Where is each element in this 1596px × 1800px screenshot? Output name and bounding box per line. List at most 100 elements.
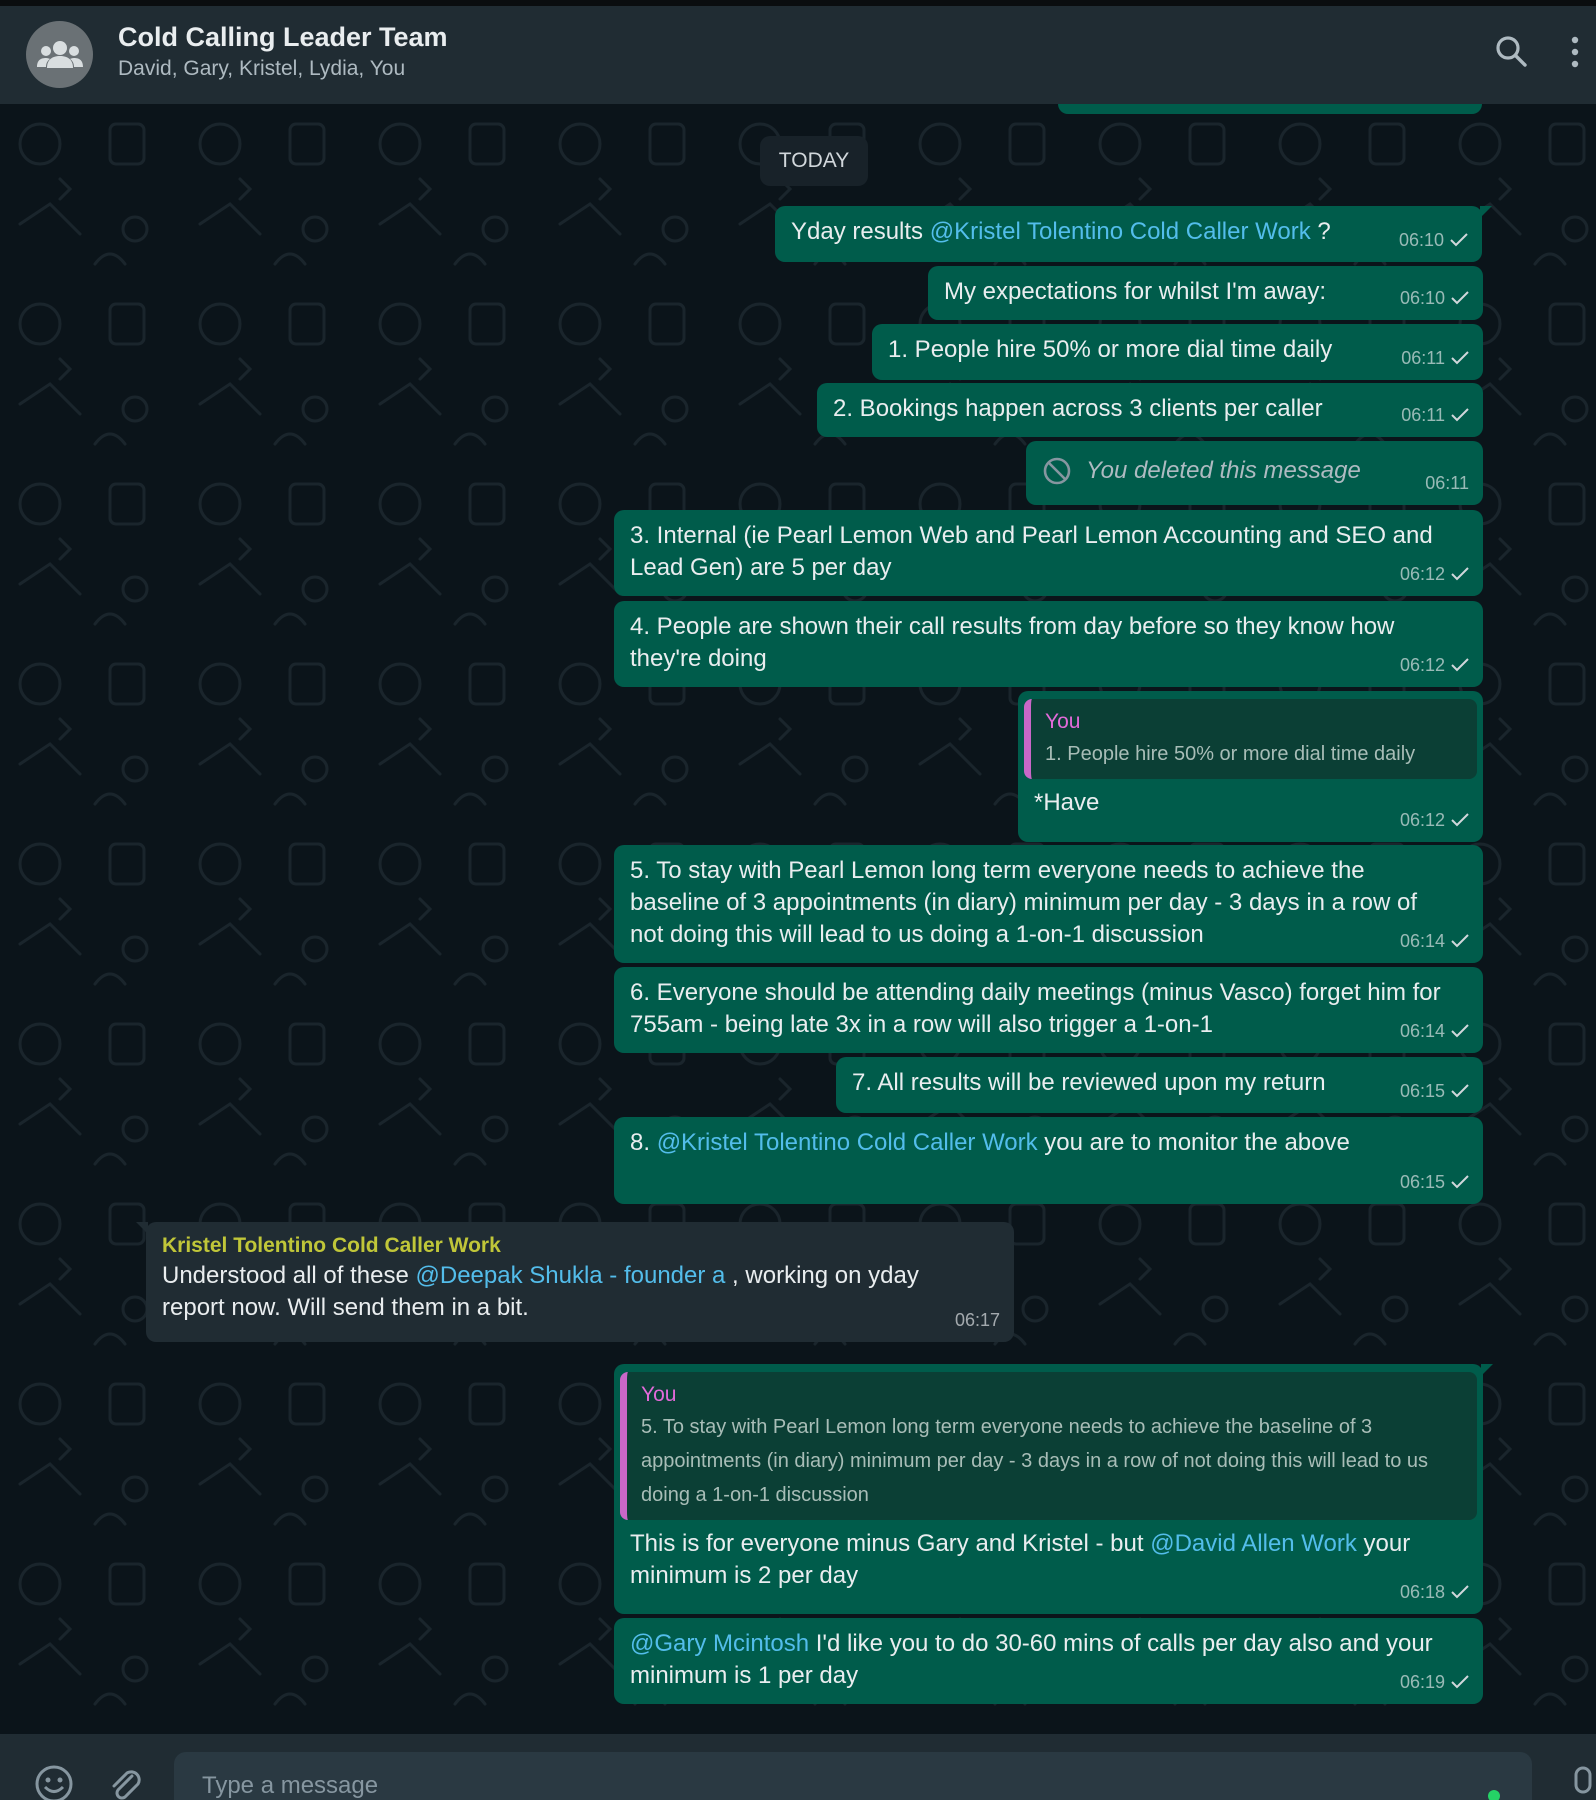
message-meta: 06:12 [1400,558,1469,590]
bubble-tail [1481,1364,1493,1376]
message-time: 06:11 [1401,405,1445,425]
emoji-icon[interactable] [34,1764,74,1800]
message-bubble[interactable]: 6. Everyone should be attending daily me… [614,967,1483,1053]
message-text: 4. People are shown their call results f… [630,613,1395,672]
message-meta: 06:14 [1400,1015,1469,1047]
message-meta: 06:10 [1400,282,1469,314]
deleted-message-bubble[interactable]: You deleted this message 06:11 [1026,441,1483,505]
message-meta: 06:11 [1401,342,1469,374]
message-bubble[interactable]: 5. To stay with Pearl Lemon long term ev… [614,845,1483,963]
message-text: 3. Internal (ie Pearl Lemon Web and Pear… [630,522,1433,581]
message-text-part: ? [1310,218,1331,245]
message-text-part: you are to monitor the above [1037,1129,1350,1156]
message-time: 06:17 [954,1310,1000,1330]
mention-link[interactable]: @Deepak Shukla - founder a [416,1262,726,1289]
message-time: 06:19 [1399,1672,1445,1692]
message-time: 06:12 [1399,655,1445,675]
message-text: Understood all of these @Deepak Shukla -… [162,1260,998,1324]
message-time: 06:15 [1399,1081,1445,1101]
message-bubble[interactable]: 7. All results will be reviewed upon my … [836,1057,1483,1113]
message-time: 06:12 [1399,564,1445,584]
message-text: 8. @Kristel Tolentino Cold Caller Work y… [630,1127,1467,1159]
message-time: 06:12 [1399,810,1445,830]
check-icon [1451,408,1469,422]
message-input[interactable]: Type a message [174,1752,1532,1800]
message-bubble[interactable]: 8. @Kristel Tolentino Cold Caller Work y… [614,1117,1483,1204]
message-meta: 06:10 [1399,224,1468,256]
chat-header[interactable]: Cold Calling Leader Team David, Gary, Kr… [0,6,1596,104]
message-bubble[interactable]: 4. People are shown their call results f… [614,601,1483,687]
check-icon [1451,934,1469,948]
message-bubble[interactable]: My expectations for whilst I'm away: 06:… [928,266,1483,320]
check-icon [1450,233,1468,247]
message-time: 06:11 [1401,348,1445,368]
message-time: 06:10 [1399,288,1445,308]
reply-message-bubble[interactable]: You 1. People hire 50% or more dial time… [1018,691,1483,842]
check-icon [1451,813,1469,827]
message-time: 06:14 [1399,1021,1445,1041]
message-composer: Type a message [0,1734,1596,1800]
message-text: My expectations for whilst I'm away: [944,278,1327,305]
deleted-message: You deleted this message [1042,455,1467,487]
sender-name[interactable]: Kristel Tolentino Cold Caller Work [162,1232,998,1260]
check-icon [1451,1175,1469,1189]
mention-link[interactable]: @Kristel Tolentino Cold Caller Work [657,1129,1038,1156]
message-text: This is for everyone minus Gary and Kris… [630,1528,1467,1592]
check-icon [1451,1084,1469,1098]
incoming-message-bubble[interactable]: Kristel Tolentino Cold Caller Work Under… [136,1222,1014,1342]
group-avatar-icon [36,40,83,68]
mention-link[interactable]: @Gary Mcintosh [630,1630,809,1657]
message-meta: 06:12 [1400,804,1469,836]
message-meta: 06:15 [1400,1075,1469,1107]
chat-area[interactable]: TODAY Yday results @Kristel Tolentino Co… [0,104,1596,1734]
quoted-message[interactable]: You 1. People hire 50% or more dial time… [1024,699,1477,779]
message-time: 06:11 [1425,473,1469,493]
message-text: Yday results @Kristel Tolentino Cold Cal… [791,216,1466,248]
message-bubble[interactable]: 1. People hire 50% or more dial time dai… [872,324,1483,380]
check-icon [1451,351,1469,365]
message-bubble[interactable]: @Gary Mcintosh I'd like you to do 30-60 … [614,1618,1483,1704]
mic-icon[interactable] [1568,1764,1596,1800]
message-bubble[interactable]: 3. Internal (ie Pearl Lemon Web and Pear… [614,510,1483,596]
search-icon[interactable] [1494,34,1528,68]
message-meta: 06:11 [1425,467,1469,499]
quoted-text: 5. To stay with Pearl Lemon long term ev… [641,1416,1429,1506]
day-separator: TODAY [760,136,868,186]
chat-header-text[interactable]: Cold Calling Leader Team David, Gary, Kr… [118,20,448,84]
message-meta: 06:11 [1401,399,1469,431]
quoted-sender: You [1045,710,1081,733]
connection-status-dot [1488,1790,1500,1800]
message-text: 7. All results will be reviewed upon my … [852,1069,1326,1096]
quoted-sender: You [641,1383,677,1406]
message-text-part: Understood all of these [162,1262,416,1289]
check-icon [1451,291,1469,305]
quoted-message[interactable]: You 5. To stay with Pearl Lemon long ter… [620,1372,1477,1520]
message-text: 2. Bookings happen across 3 clients per … [833,395,1323,422]
message-time: 06:15 [1399,1172,1445,1192]
message-time: 06:10 [1398,230,1444,250]
message-time: 06:18 [1399,1582,1445,1602]
mention-link[interactable]: @Kristel Tolentino Cold Caller Work [930,218,1311,245]
reply-message-bubble[interactable]: You 5. To stay with Pearl Lemon long ter… [614,1364,1493,1614]
message-text-part: Yday results [791,218,930,245]
deleted-message-text: You deleted this message [1086,457,1361,484]
message-text-part: This is for everyone minus Gary and Kris… [630,1530,1151,1557]
message-bubble[interactable]: 2. Bookings happen across 3 clients per … [817,383,1483,437]
message-time: 06:14 [1399,931,1445,951]
group-avatar[interactable] [26,21,93,88]
message-text: @Gary Mcintosh I'd like you to do 30-60 … [630,1628,1467,1692]
message-text: 5. To stay with Pearl Lemon long term ev… [630,857,1418,948]
message-meta: 06:17 [955,1304,1000,1336]
check-icon [1451,1675,1469,1689]
check-icon [1451,658,1469,672]
mention-link[interactable]: @David Allen Work [1150,1530,1357,1557]
message-bubble[interactable]: Yday results @Kristel Tolentino Cold Cal… [775,206,1492,262]
menu-icon[interactable] [1570,34,1580,70]
check-icon [1451,567,1469,581]
bubble-tail [136,1222,148,1234]
message-text: 6. Everyone should be attending daily me… [630,979,1441,1038]
deleted-icon [1043,457,1071,485]
attach-icon[interactable] [104,1764,144,1800]
previous-message-bubble [1058,104,1482,114]
message-meta: 06:14 [1400,925,1469,957]
